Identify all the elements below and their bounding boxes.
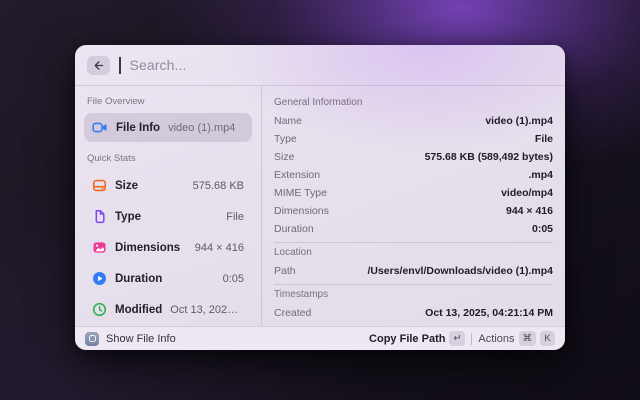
detail-row-extension: Extension .mp4 <box>274 166 553 184</box>
detail-label: Dimensions <box>274 205 329 217</box>
detail-value: 0:05 <box>532 223 553 235</box>
divider <box>471 333 472 345</box>
detail-value: video/mp4 <box>501 187 553 199</box>
detail-label: Extension <box>274 169 320 181</box>
detail-section-header: Timestamps <box>274 289 553 300</box>
search-input[interactable]: Search... <box>130 57 187 73</box>
detail-label: Duration <box>274 223 314 235</box>
footer-actions: Copy File Path ↵ Actions ⌘ K <box>369 331 555 346</box>
play-icon <box>92 271 107 286</box>
detail-row-dimensions: Dimensions 944 × 416 <box>274 202 553 220</box>
stat-label: Duration <box>115 273 215 285</box>
detail-value: video (1).mp4 <box>485 115 553 127</box>
stat-value: 0:05 <box>223 273 244 285</box>
detail-row-duration: Duration 0:05 <box>274 220 553 238</box>
stat-value: 944 × 416 <box>195 242 244 254</box>
detail-label: MIME Type <box>274 187 327 199</box>
detail-row-created: Created Oct 13, 2025, 04:21:14 PM <box>274 304 553 322</box>
sidebar-item-size[interactable]: Size 575.68 KB <box>84 170 252 201</box>
sidebar-section-header: Quick Stats <box>87 153 249 164</box>
detail-panel: General Information Name video (1).mp4 T… <box>262 86 565 326</box>
detail-label: Type <box>274 133 297 145</box>
image-icon <box>92 240 107 255</box>
stat-value: File <box>226 211 244 223</box>
detail-section-header: General Information <box>274 97 553 108</box>
back-button[interactable] <box>87 56 110 75</box>
stat-label: Dimensions <box>115 242 187 254</box>
text-cursor <box>119 57 121 74</box>
footer-bar: Show File Info Copy File Path ↵ Actions … <box>75 326 565 350</box>
extension-icon <box>85 332 99 346</box>
detail-label: Created <box>274 307 311 319</box>
sidebar-item-file-info[interactable]: File Info video (1).mp4 <box>84 113 252 142</box>
footer-command-label: Show File Info <box>106 333 176 345</box>
clock-icon <box>92 302 107 317</box>
stat-label: Type <box>115 211 218 223</box>
actions-label: Actions <box>478 333 514 345</box>
divider <box>274 284 553 285</box>
detail-label: Size <box>274 151 294 163</box>
detail-label: Path <box>274 265 296 277</box>
desktop: { "colors": { "accent_blue": "#2f7cf6", … <box>0 0 640 400</box>
divider <box>274 242 553 243</box>
detail-label: Name <box>274 115 302 127</box>
sidebar-item-duration[interactable]: Duration 0:05 <box>84 263 252 294</box>
back-arrow-icon <box>92 59 105 72</box>
detail-row-mime-type: MIME Type video/mp4 <box>274 184 553 202</box>
detail-value: .mp4 <box>528 169 553 181</box>
detail-value: 575.68 KB (589,492 bytes) <box>425 151 553 163</box>
stat-value: 575.68 KB <box>193 180 244 192</box>
detail-value: File <box>535 133 553 145</box>
video-camera-icon <box>92 120 108 135</box>
detail-value: /Users/envl/Downloads/video (1).mp4 <box>367 265 553 277</box>
detail-row-name: Name video (1).mp4 <box>274 112 553 130</box>
file-info-window: Search... File Overview File Info video … <box>75 45 565 350</box>
stat-label: Size <box>115 180 185 192</box>
return-key-icon: ↵ <box>449 331 465 346</box>
detail-row-size: Size 575.68 KB (589,492 bytes) <box>274 148 553 166</box>
sidebar-item-modified[interactable]: Modified Oct 13, 2025, 04:2... <box>84 294 252 325</box>
sidebar-item-value: video (1).mp4 <box>168 122 235 134</box>
sidebar: File Overview File Info video (1).mp4 Qu… <box>75 86 262 326</box>
detail-section-header: Location <box>274 247 553 258</box>
detail-row-type: Type File <box>274 130 553 148</box>
detail-value: 944 × 416 <box>506 205 553 217</box>
copy-file-path-button[interactable]: Copy File Path ↵ <box>369 331 465 346</box>
sidebar-item-dimensions[interactable]: Dimensions 944 × 416 <box>84 232 252 263</box>
sidebar-item-type[interactable]: Type File <box>84 201 252 232</box>
search-bar: Search... <box>75 45 565 86</box>
drive-icon <box>92 178 107 193</box>
command-key-icon: ⌘ <box>519 331 537 346</box>
sidebar-section-header: File Overview <box>87 96 249 107</box>
detail-value: Oct 13, 2025, 04:21:14 PM <box>425 307 553 319</box>
document-icon <box>92 209 107 224</box>
actions-button[interactable]: Actions ⌘ K <box>478 331 555 346</box>
k-key-icon: K <box>540 331 555 346</box>
main-content: File Overview File Info video (1).mp4 Qu… <box>75 86 565 326</box>
copy-file-path-label: Copy File Path <box>369 333 445 345</box>
detail-row-path: Path /Users/envl/Downloads/video (1).mp4 <box>274 262 553 280</box>
sidebar-item-label: File Info <box>116 122 160 134</box>
stat-value: Oct 13, 2025, 04:2... <box>170 304 244 316</box>
stat-label: Modified <box>115 304 162 316</box>
